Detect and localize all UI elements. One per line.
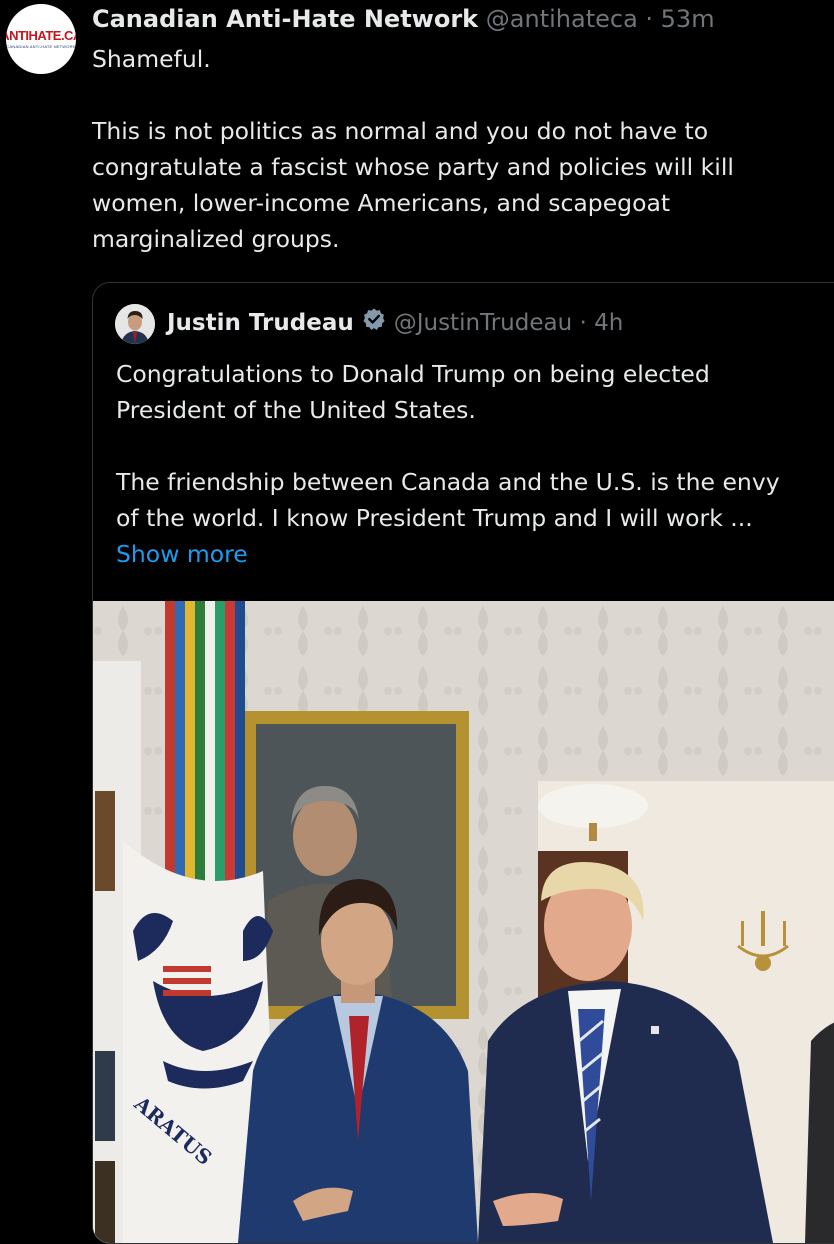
quoted-author-name[interactable]: Justin Trudeau bbox=[167, 308, 354, 338]
avatar-logo-subtext: CANADIAN ANTI-HATE NETWORK bbox=[6, 44, 76, 49]
antihate-avatar[interactable]: ANTIHATE.CA CANADIAN ANTI-HATE NETWORK bbox=[6, 4, 76, 74]
tweet-text-line: marginalized groups. bbox=[92, 225, 340, 253]
tweet-header: Canadian Anti-Hate Network @antihateca ·… bbox=[92, 4, 715, 34]
trudeau-avatar[interactable] bbox=[115, 304, 155, 344]
quoted-author-meta[interactable]: @JustinTrudeau · 4h bbox=[394, 308, 624, 338]
quoted-tweet[interactable]: Justin Trudeau @JustinTrudeau · 4h Congr… bbox=[92, 282, 834, 1244]
tweet-text-line: women, lower-income Americans, and scape… bbox=[92, 189, 671, 217]
quoted-tweet-header: Justin Trudeau @JustinTrudeau · 4h bbox=[167, 307, 623, 339]
tweet-text-line: Shameful. bbox=[92, 45, 211, 73]
show-more-link[interactable]: Show more bbox=[116, 536, 248, 572]
author-name[interactable]: Canadian Anti-Hate Network bbox=[92, 5, 478, 33]
quoted-text-line: President of the United States. bbox=[116, 396, 476, 424]
tweet-text-line: This is not politics as normal and you d… bbox=[92, 117, 709, 145]
tweet-photo[interactable]: ARATUS bbox=[93, 601, 834, 1243]
avatar-logo-text: ANTIHATE.CA bbox=[6, 28, 76, 43]
author-meta[interactable]: @antihateca · 53m bbox=[486, 5, 715, 33]
quoted-text-line: The friendship between Canada and the U.… bbox=[116, 468, 780, 496]
quoted-text-line: Congratulations to Donald Trump on being… bbox=[116, 360, 710, 388]
quoted-text-line: of the world. I know President Trump and… bbox=[116, 504, 753, 532]
verified-badge-icon bbox=[362, 307, 386, 339]
tweet-text-line: congratulate a fascist whose party and p… bbox=[92, 153, 734, 181]
